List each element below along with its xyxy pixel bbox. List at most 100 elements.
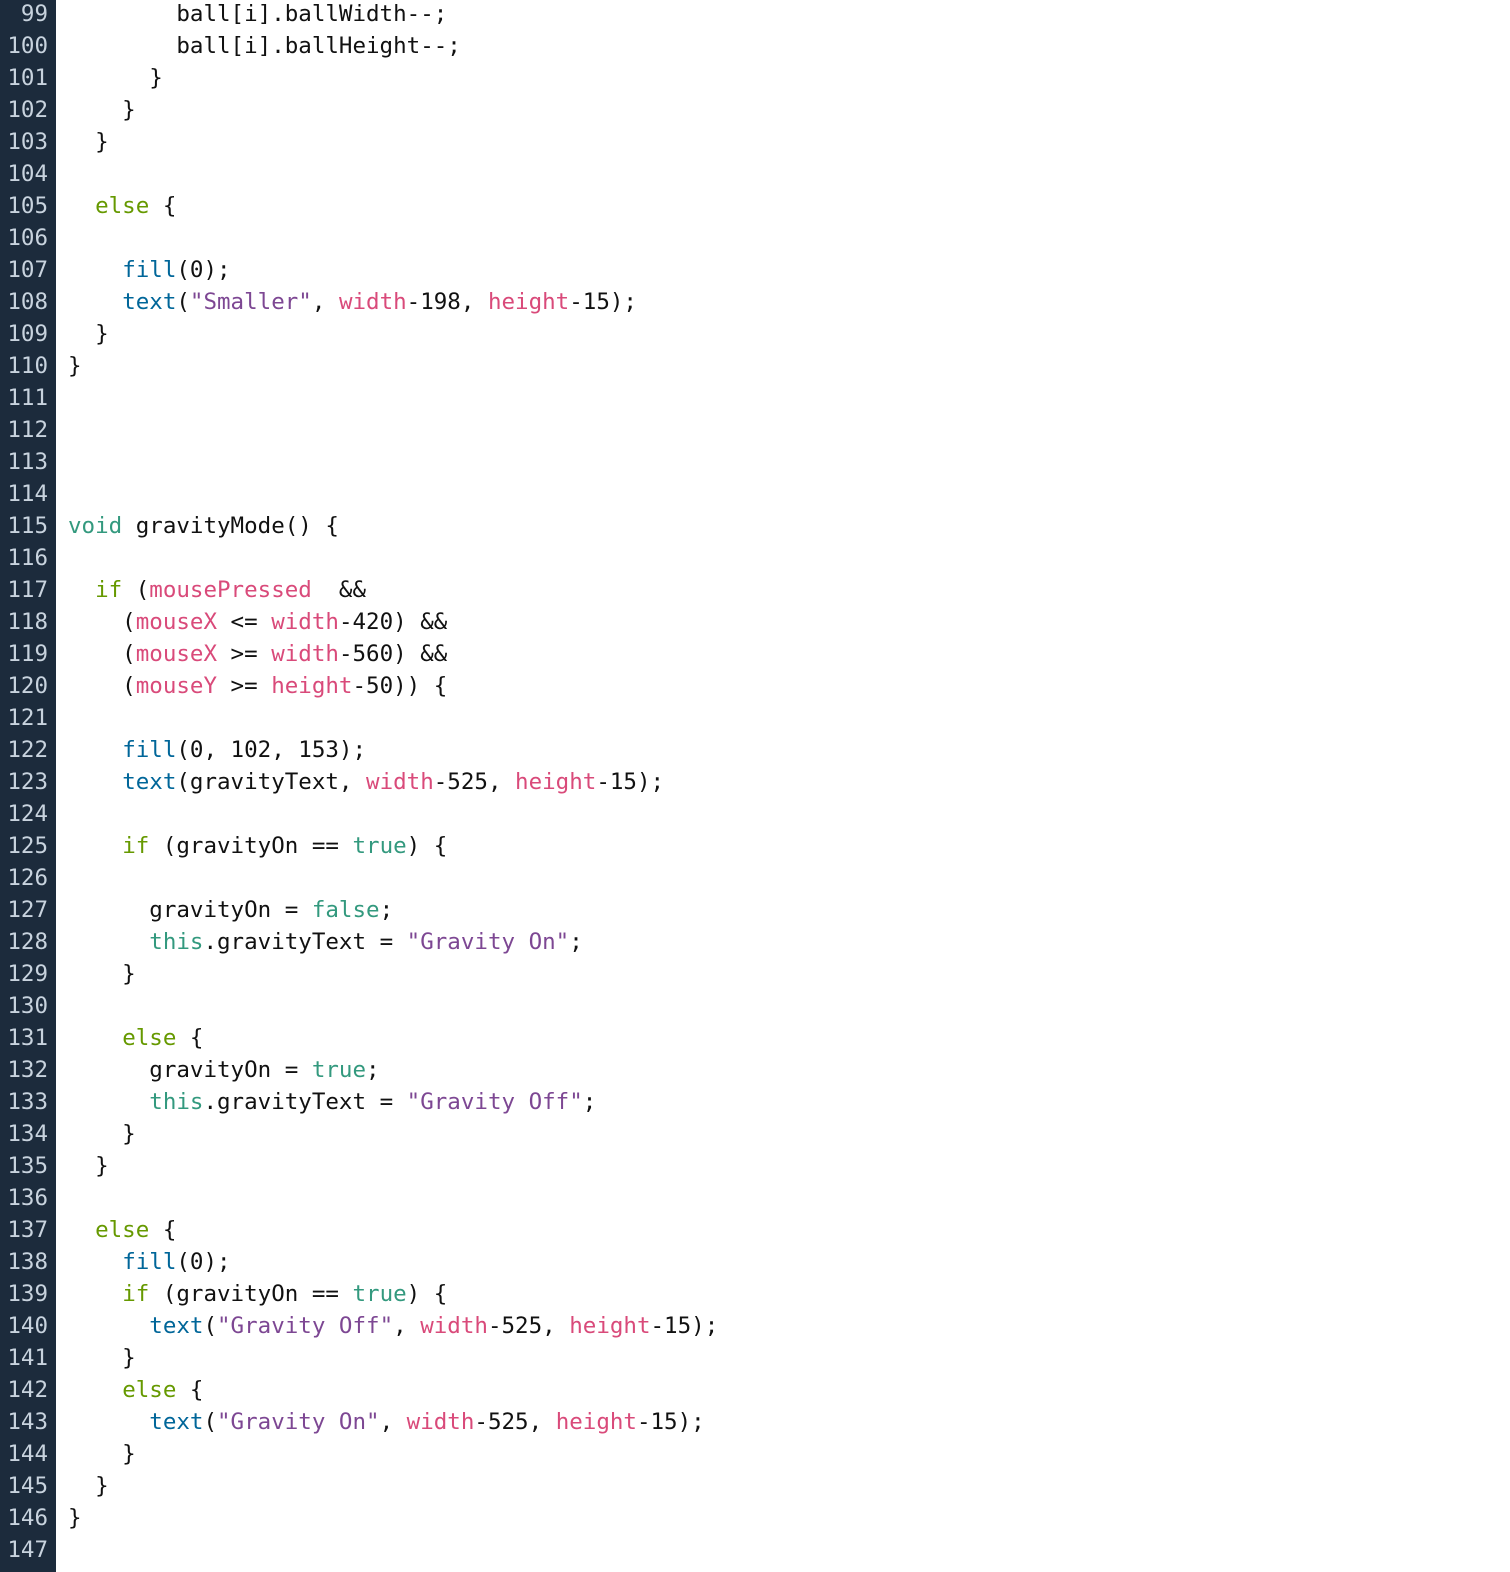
code-line[interactable]: 106	[0, 222, 1510, 254]
code-line[interactable]: 136	[0, 1182, 1510, 1214]
code-line[interactable]: 144 }	[0, 1438, 1510, 1470]
code-text: (mouseX <= width-420) &&	[68, 606, 447, 638]
code-line[interactable]: 117 if (mousePressed &&	[0, 574, 1510, 606]
code-area[interactable]: 99 ball[i].ballWidth--; 100 ball[i].ballH…	[0, 0, 1510, 1566]
code-line[interactable]: 125 if (gravityOn == true) {	[0, 830, 1510, 862]
line-number: 141	[7, 1345, 48, 1371]
code-line[interactable]: 116	[0, 542, 1510, 574]
code-text: this.gravityText = "Gravity Off";	[68, 1086, 596, 1118]
code-line[interactable]: 145 }	[0, 1470, 1510, 1502]
code-line[interactable]: 124	[0, 798, 1510, 830]
code-line[interactable]: 104	[0, 158, 1510, 190]
code-line[interactable]: 139 if (gravityOn == true) {	[0, 1278, 1510, 1310]
code-token-plain: gravityMode() {	[122, 513, 339, 539]
code-token-plain: ball[i].ballHeight--;	[68, 33, 461, 59]
line-number: 145	[7, 1473, 48, 1499]
code-token-plain: -560) &&	[338, 641, 448, 667]
code-line[interactable]: 146}	[0, 1502, 1510, 1534]
code-token-plain: (gravityOn ==	[149, 1281, 353, 1307]
code-line[interactable]: 122 fill(0, 102, 153);	[0, 734, 1510, 766]
code-line[interactable]: 129 }	[0, 958, 1510, 990]
code-token-plain: {	[176, 1377, 204, 1403]
code-token-plain: -15);	[569, 289, 637, 315]
code-line[interactable]: 111	[0, 382, 1510, 414]
code-line[interactable]: 115 void gravityMode() {	[0, 510, 1510, 542]
code-line[interactable]: 140 text("Gravity Off", width-525, heigh…	[0, 1310, 1510, 1342]
code-line[interactable]: 130	[0, 990, 1510, 1022]
code-line[interactable]: 107 fill(0);	[0, 254, 1510, 286]
code-line[interactable]: 128 this.gravityText = "Gravity On";	[0, 926, 1510, 958]
code-token-builtin: height	[487, 289, 570, 315]
line-number: 146	[7, 1505, 48, 1531]
code-line[interactable]: 123 text(gravityText, width-525, height-…	[0, 766, 1510, 798]
code-token-fn: text	[149, 1409, 204, 1435]
code-line[interactable]: 119 (mouseX >= width-560) &&	[0, 638, 1510, 670]
code-token-plain: gravityOn =	[68, 897, 312, 923]
code-text: ball[i].ballHeight--;	[68, 30, 461, 62]
line-number: 100	[7, 33, 48, 59]
code-line[interactable]: 113	[0, 446, 1510, 478]
code-line[interactable]: 138 fill(0);	[0, 1246, 1510, 1278]
code-line[interactable]: 102 }	[0, 94, 1510, 126]
code-line[interactable]: 135 }	[0, 1150, 1510, 1182]
code-line[interactable]: 110}	[0, 350, 1510, 382]
code-line[interactable]: 118 (mouseX <= width-420) &&	[0, 606, 1510, 638]
code-text: }	[68, 318, 109, 350]
code-token-plain: (	[203, 1409, 218, 1435]
code-text: fill(0, 102, 153);	[68, 734, 366, 766]
code-text: if (gravityOn == true) {	[68, 1278, 447, 1310]
code-token-control: if	[122, 833, 150, 859]
code-token-plain: ) {	[406, 1281, 448, 1307]
code-token-plain: {	[149, 1217, 177, 1243]
code-line[interactable]: 142 else {	[0, 1374, 1510, 1406]
code-text: else {	[68, 1214, 176, 1246]
line-number: 126	[7, 865, 48, 891]
code-token-plain: (	[203, 1313, 218, 1339]
code-line[interactable]: 121	[0, 702, 1510, 734]
code-text: (mouseY >= height-50)) {	[68, 670, 447, 702]
code-line[interactable]: 134 }	[0, 1118, 1510, 1150]
code-line[interactable]: 120 (mouseY >= height-50)) {	[0, 670, 1510, 702]
code-token-keyword: true	[352, 833, 407, 859]
code-token-plain: <=	[217, 609, 272, 635]
code-line[interactable]: 127 gravityOn = false;	[0, 894, 1510, 926]
code-line[interactable]: 99 ball[i].ballWidth--;	[0, 0, 1510, 30]
line-number: 135	[7, 1153, 48, 1179]
line-number: 109	[7, 321, 48, 347]
code-line[interactable]: 112	[0, 414, 1510, 446]
code-line[interactable]: 141 }	[0, 1342, 1510, 1374]
code-line[interactable]: 105 else {	[0, 190, 1510, 222]
code-line[interactable]: 114	[0, 478, 1510, 510]
code-line[interactable]: 108 text("Smaller", width-198, height-15…	[0, 286, 1510, 318]
code-token-plain: ,	[393, 1313, 421, 1339]
code-token-plain: -15);	[650, 1313, 719, 1339]
line-number: 115	[7, 513, 48, 539]
code-line[interactable]: 126	[0, 862, 1510, 894]
code-line[interactable]: 100 ball[i].ballHeight--;	[0, 30, 1510, 62]
code-line[interactable]: 131 else {	[0, 1022, 1510, 1054]
code-text: gravityOn = true;	[68, 1054, 379, 1086]
code-line[interactable]: 133 this.gravityText = "Gravity Off";	[0, 1086, 1510, 1118]
line-number: 113	[7, 449, 48, 475]
code-token-plain: -15);	[636, 1409, 705, 1435]
code-text: }	[68, 1438, 136, 1470]
code-line[interactable]: 101 }	[0, 62, 1510, 94]
code-token-plain: (	[122, 577, 150, 603]
code-token-keyword: true	[352, 1281, 407, 1307]
code-line[interactable]: 137 else {	[0, 1214, 1510, 1246]
code-line[interactable]: 109 }	[0, 318, 1510, 350]
code-token-plain: ,	[379, 1409, 407, 1435]
code-token-plain: -15);	[596, 769, 665, 795]
code-line[interactable]: 132 gravityOn = true;	[0, 1054, 1510, 1086]
line-number: 102	[7, 97, 48, 123]
code-editor[interactable]: 99 ball[i].ballWidth--; 100 ball[i].ballH…	[0, 0, 1510, 1572]
line-number: 104	[7, 161, 48, 187]
code-line[interactable]: 147	[0, 1534, 1510, 1566]
code-text: void gravityMode() {	[68, 510, 339, 542]
code-line[interactable]: 103 }	[0, 126, 1510, 158]
code-line[interactable]: 143 text("Gravity On", width-525, height…	[0, 1406, 1510, 1438]
